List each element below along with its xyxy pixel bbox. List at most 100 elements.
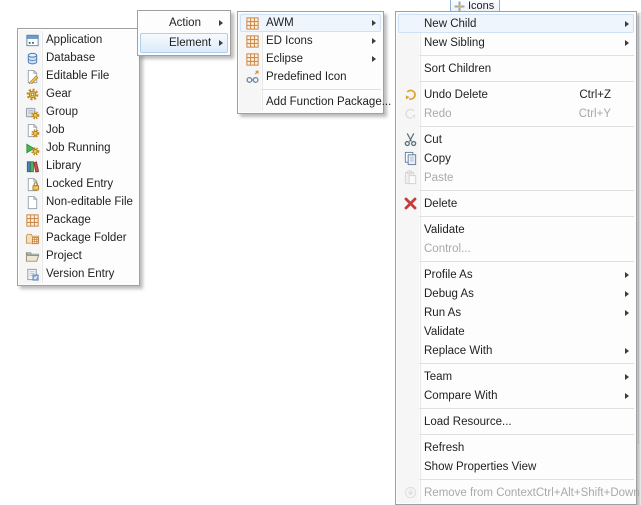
function-package-submenu: AWM ED Icons Eclipse Predefined Icon Add Fun… [237, 11, 384, 114]
menu-item-validate[interactable]: Validate [398, 322, 634, 341]
menu-item-control[interactable]: Control... [398, 239, 634, 258]
menu-item-new-child[interactable]: New Child [398, 14, 634, 33]
redo-icon [402, 106, 418, 122]
menu-item-label: Refresh [424, 442, 464, 454]
menu-item-label: New Sibling [424, 37, 485, 49]
menu-separator [398, 434, 634, 435]
menu-item-new-sibling[interactable]: New Sibling [398, 33, 634, 52]
blank-icon [402, 286, 418, 302]
menu-item-show-properties-view[interactable]: Show Properties View [398, 457, 634, 476]
menu-item-label: Add Function Package... [266, 96, 391, 108]
undo-icon [402, 87, 418, 103]
submenu-arrow-icon [617, 348, 631, 354]
menu-item-action[interactable]: Action [140, 13, 228, 33]
menu-item-label: Copy [424, 153, 451, 165]
menu-item-debug-as[interactable]: Debug As [398, 284, 634, 303]
menu-item-sort-children[interactable]: Sort Children [398, 59, 634, 78]
remove-context-icon [402, 485, 418, 501]
menu-item-database[interactable]: Database [20, 49, 137, 67]
menu-separator [398, 479, 634, 480]
blank-icon [402, 305, 418, 321]
menu-item-compare-with[interactable]: Compare With [398, 386, 634, 405]
menu-item-paste[interactable]: Paste [398, 168, 634, 187]
menu-item-run-as[interactable]: Run As [398, 303, 634, 322]
menu-item-remove-from-context[interactable]: Remove from ContextCtrl+Alt+Shift+Down [398, 483, 634, 502]
menu-item-shortcut: Ctrl+Z [579, 89, 611, 101]
menu-item-package[interactable]: Package [20, 211, 137, 229]
blank-icon [402, 61, 418, 77]
locked-entry-icon [24, 176, 40, 192]
menu-item-team[interactable]: Team [398, 367, 634, 386]
copy-icon [402, 151, 418, 167]
menu-item-label: Job Running [46, 142, 111, 154]
submenu-arrow-icon [364, 56, 378, 62]
menu-item-label: Library [46, 160, 81, 172]
menu-item-label: Job [46, 124, 65, 136]
gear-icon [24, 86, 40, 102]
menu-item-group[interactable]: Group [20, 103, 137, 121]
menu-separator [398, 261, 634, 262]
menu-item-eclipse[interactable]: Eclipse [240, 50, 381, 68]
menu-item-undo-delete[interactable]: Undo DeleteCtrl+Z [398, 85, 634, 104]
menu-item-label: AWM [266, 17, 294, 29]
submenu-arrow-icon [364, 20, 378, 26]
menu-item-delete[interactable]: Delete [398, 194, 634, 213]
menu-item-ed-icons[interactable]: ED Icons [240, 32, 381, 50]
context-menu: New Child New Sibling Sort Children Undo De… [395, 11, 637, 505]
blank-icon [402, 414, 418, 430]
menu-item-predefined-icon[interactable]: Predefined Icon [240, 68, 381, 86]
menu-item-shortcut: Ctrl+Y [579, 108, 611, 120]
menu-item-label: Database [46, 52, 95, 64]
submenu-arrow-icon [617, 310, 631, 316]
menu-item-label: Cut [424, 134, 442, 146]
menu-item-label: Remove from Context [424, 487, 536, 499]
blank-icon [402, 267, 418, 283]
glasses-icon [244, 69, 260, 85]
menu-item-label: Paste [424, 172, 453, 184]
menu-item-label: Eclipse [266, 53, 303, 65]
menu-item-add-function-package[interactable]: Add Function Package... [240, 93, 381, 111]
menu-item-profile-as[interactable]: Profile As [398, 265, 634, 284]
submenu-arrow-icon [617, 40, 631, 46]
menu-item-job[interactable]: Job [20, 121, 137, 139]
blank-icon [402, 369, 418, 385]
menu-item-label: Team [424, 371, 452, 383]
menu-item-application[interactable]: Application [20, 31, 137, 49]
project-icon [24, 248, 40, 264]
menu-separator [398, 363, 634, 364]
menu-item-project[interactable]: Project [20, 247, 137, 265]
menu-item-version-entry[interactable]: Version Entry [20, 265, 137, 283]
menu-item-load-resource[interactable]: Load Resource... [398, 412, 634, 431]
menu-item-validate[interactable]: Validate [398, 220, 634, 239]
menu-item-replace-with[interactable]: Replace With [398, 341, 634, 360]
menu-item-label: Redo [424, 108, 452, 120]
blank-icon [402, 16, 418, 32]
menu-item-label: New Child [424, 18, 476, 30]
blank-icon [244, 94, 260, 110]
non-editable-file-icon [24, 194, 40, 210]
menu-item-label: Show Properties View [424, 461, 536, 473]
menu-item-editable-file[interactable]: Editable File [20, 67, 137, 85]
menu-item-label: Debug As [424, 288, 474, 300]
menu-item-redo[interactable]: Redo Ctrl+Y [398, 104, 634, 123]
menu-item-cut[interactable]: Cut [398, 130, 634, 149]
menu-item-element[interactable]: Element [140, 33, 228, 53]
menu-item-non-editable-file[interactable]: Non-editable File [20, 193, 137, 211]
icons-node-icon [454, 1, 465, 12]
menu-item-label: Control... [424, 243, 471, 255]
blank-icon [402, 241, 418, 257]
submenu-arrow-icon [364, 38, 378, 44]
menu-item-package-folder[interactable]: Package Folder [20, 229, 137, 247]
menu-item-copy[interactable]: Copy [398, 149, 634, 168]
group-icon [24, 104, 40, 120]
menu-item-library[interactable]: Library [20, 157, 137, 175]
menu-item-label: Profile As [424, 269, 473, 281]
menu-item-job-running[interactable]: Job Running [20, 139, 137, 157]
blank-icon [402, 324, 418, 340]
menu-item-awm[interactable]: AWM [240, 14, 381, 32]
menu-item-refresh[interactable]: Refresh [398, 438, 634, 457]
grid-icon [244, 33, 260, 49]
menu-item-gear[interactable]: Gear [20, 85, 137, 103]
menu-item-label: Action [169, 17, 201, 29]
menu-item-locked-entry[interactable]: Locked Entry [20, 175, 137, 193]
